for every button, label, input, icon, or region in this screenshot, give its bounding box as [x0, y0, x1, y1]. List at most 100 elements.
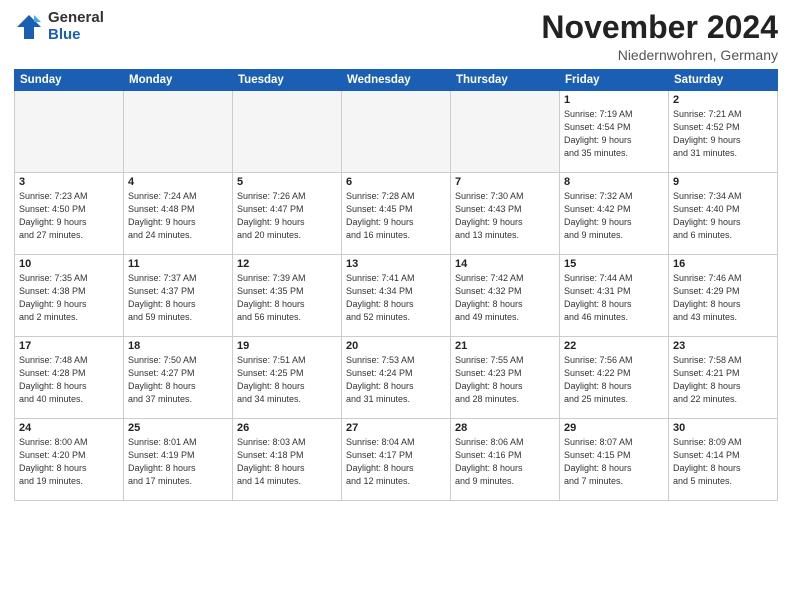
day-number: 25	[128, 422, 228, 434]
table-row: 24 Sunrise: 8:00 AMSunset: 4:20 PMDayligh…	[15, 419, 124, 501]
table-row	[451, 91, 560, 173]
day-number: 29	[564, 422, 664, 434]
col-tuesday: Tuesday	[233, 70, 342, 91]
calendar-week-row: 10 Sunrise: 7:35 AMSunset: 4:38 PMDayligh…	[15, 255, 778, 337]
day-number: 19	[237, 340, 337, 352]
day-number: 3	[19, 176, 119, 188]
day-number: 24	[19, 422, 119, 434]
day-info: Sunrise: 7:19 AMSunset: 4:54 PMDaylight:…	[564, 108, 664, 160]
day-info: Sunrise: 7:32 AMSunset: 4:42 PMDaylight:…	[564, 190, 664, 242]
page: General Blue November 2024 Niedernwohren…	[0, 0, 792, 612]
day-number: 13	[346, 258, 446, 270]
day-info: Sunrise: 8:06 AMSunset: 4:16 PMDaylight:…	[455, 436, 555, 488]
day-info: Sunrise: 7:24 AMSunset: 4:48 PMDaylight:…	[128, 190, 228, 242]
calendar-table: Sunday Monday Tuesday Wednesday Thursday…	[14, 69, 778, 501]
table-row: 18 Sunrise: 7:50 AMSunset: 4:27 PMDayligh…	[124, 337, 233, 419]
calendar-week-row: 1 Sunrise: 7:19 AMSunset: 4:54 PMDaylight…	[15, 91, 778, 173]
day-number: 20	[346, 340, 446, 352]
day-info: Sunrise: 7:35 AMSunset: 4:38 PMDaylight:…	[19, 272, 119, 324]
table-row: 23Sunrise: 7:58 AMSunset: 4:21 PMDayligh…	[669, 337, 778, 419]
table-row: 27 Sunrise: 8:04 AMSunset: 4:17 PMDayligh…	[342, 419, 451, 501]
day-info: Sunrise: 7:26 AMSunset: 4:47 PMDaylight:…	[237, 190, 337, 242]
table-row: 30 Sunrise: 8:09 AMSunset: 4:14 PMDayligh…	[669, 419, 778, 501]
day-info: Sunrise: 7:30 AMSunset: 4:43 PMDaylight:…	[455, 190, 555, 242]
location: Niedernwohren, Germany	[541, 47, 778, 63]
day-info: Sunrise: 8:04 AMSunset: 4:17 PMDaylight:…	[346, 436, 446, 488]
table-row	[15, 91, 124, 173]
header: General Blue November 2024 Niedernwohren…	[14, 10, 778, 63]
table-row: 3 Sunrise: 7:23 AMSunset: 4:50 PMDaylight…	[15, 173, 124, 255]
day-number: 15	[564, 258, 664, 270]
title-block: November 2024 Niedernwohren, Germany	[541, 10, 778, 63]
table-row: 6 Sunrise: 7:28 AMSunset: 4:45 PMDaylight…	[342, 173, 451, 255]
day-number: 8	[564, 176, 664, 188]
table-row: 10 Sunrise: 7:35 AMSunset: 4:38 PMDayligh…	[15, 255, 124, 337]
col-friday: Friday	[560, 70, 669, 91]
day-number: 28	[455, 422, 555, 434]
day-number: 23	[673, 340, 773, 352]
table-row: 20Sunrise: 7:53 AMSunset: 4:24 PMDayligh…	[342, 337, 451, 419]
day-number: 17	[19, 340, 119, 352]
day-info: Sunrise: 8:01 AMSunset: 4:19 PMDaylight:…	[128, 436, 228, 488]
day-number: 18	[128, 340, 228, 352]
day-number: 27	[346, 422, 446, 434]
calendar-header-row: Sunday Monday Tuesday Wednesday Thursday…	[15, 70, 778, 91]
day-number: 21	[455, 340, 555, 352]
table-row: 29 Sunrise: 8:07 AMSunset: 4:15 PMDayligh…	[560, 419, 669, 501]
day-info: Sunrise: 7:21 AMSunset: 4:52 PMDaylight:…	[673, 108, 773, 160]
table-row: 12 Sunrise: 7:39 AMSunset: 4:35 PMDayligh…	[233, 255, 342, 337]
table-row	[124, 91, 233, 173]
table-row: 11Sunrise: 7:37 AMSunset: 4:37 PMDayligh…	[124, 255, 233, 337]
day-info: Sunrise: 8:00 AMSunset: 4:20 PMDaylight:…	[19, 436, 119, 488]
day-info: Sunrise: 7:50 AMSunset: 4:27 PMDaylight:…	[128, 354, 228, 406]
table-row: 25 Sunrise: 8:01 AMSunset: 4:19 PMDayligh…	[124, 419, 233, 501]
day-number: 12	[237, 258, 337, 270]
table-row: 4 Sunrise: 7:24 AMSunset: 4:48 PMDaylight…	[124, 173, 233, 255]
day-info: Sunrise: 7:51 AMSunset: 4:25 PMDaylight:…	[237, 354, 337, 406]
day-number: 6	[346, 176, 446, 188]
day-number: 2	[673, 94, 773, 106]
day-number: 7	[455, 176, 555, 188]
month-title: November 2024	[541, 10, 778, 45]
logo-icon	[14, 12, 44, 42]
day-info: Sunrise: 7:23 AMSunset: 4:50 PMDaylight:…	[19, 190, 119, 242]
table-row: 13Sunrise: 7:41 AMSunset: 4:34 PMDayligh…	[342, 255, 451, 337]
table-row: 15Sunrise: 7:44 AMSunset: 4:31 PMDayligh…	[560, 255, 669, 337]
table-row: 8 Sunrise: 7:32 AMSunset: 4:42 PMDaylight…	[560, 173, 669, 255]
day-info: Sunrise: 7:34 AMSunset: 4:40 PMDaylight:…	[673, 190, 773, 242]
col-monday: Monday	[124, 70, 233, 91]
table-row	[342, 91, 451, 173]
day-info: Sunrise: 7:39 AMSunset: 4:35 PMDaylight:…	[237, 272, 337, 324]
table-row: 1 Sunrise: 7:19 AMSunset: 4:54 PMDaylight…	[560, 91, 669, 173]
day-info: Sunrise: 7:42 AMSunset: 4:32 PMDaylight:…	[455, 272, 555, 324]
day-info: Sunrise: 8:07 AMSunset: 4:15 PMDaylight:…	[564, 436, 664, 488]
day-number: 10	[19, 258, 119, 270]
day-number: 26	[237, 422, 337, 434]
calendar-week-row: 3 Sunrise: 7:23 AMSunset: 4:50 PMDaylight…	[15, 173, 778, 255]
table-row: 19 Sunrise: 7:51 AMSunset: 4:25 PMDayligh…	[233, 337, 342, 419]
logo-blue: Blue	[48, 27, 104, 44]
calendar-week-row: 24 Sunrise: 8:00 AMSunset: 4:20 PMDayligh…	[15, 419, 778, 501]
day-number: 22	[564, 340, 664, 352]
day-info: Sunrise: 7:46 AMSunset: 4:29 PMDaylight:…	[673, 272, 773, 324]
day-number: 14	[455, 258, 555, 270]
day-info: Sunrise: 7:28 AMSunset: 4:45 PMDaylight:…	[346, 190, 446, 242]
day-number: 1	[564, 94, 664, 106]
day-info: Sunrise: 8:09 AMSunset: 4:14 PMDaylight:…	[673, 436, 773, 488]
col-sunday: Sunday	[15, 70, 124, 91]
day-number: 30	[673, 422, 773, 434]
day-number: 5	[237, 176, 337, 188]
table-row: 16 Sunrise: 7:46 AMSunset: 4:29 PMDayligh…	[669, 255, 778, 337]
table-row: 7 Sunrise: 7:30 AMSunset: 4:43 PMDaylight…	[451, 173, 560, 255]
table-row: 28 Sunrise: 8:06 AMSunset: 4:16 PMDayligh…	[451, 419, 560, 501]
table-row	[233, 91, 342, 173]
day-number: 16	[673, 258, 773, 270]
day-number: 9	[673, 176, 773, 188]
day-info: Sunrise: 7:56 AMSunset: 4:22 PMDaylight:…	[564, 354, 664, 406]
table-row: 26Sunrise: 8:03 AMSunset: 4:18 PMDayligh…	[233, 419, 342, 501]
table-row: 9 Sunrise: 7:34 AMSunset: 4:40 PMDaylight…	[669, 173, 778, 255]
logo-text: General Blue	[48, 10, 104, 43]
col-thursday: Thursday	[451, 70, 560, 91]
day-number: 11	[128, 258, 228, 270]
day-number: 4	[128, 176, 228, 188]
